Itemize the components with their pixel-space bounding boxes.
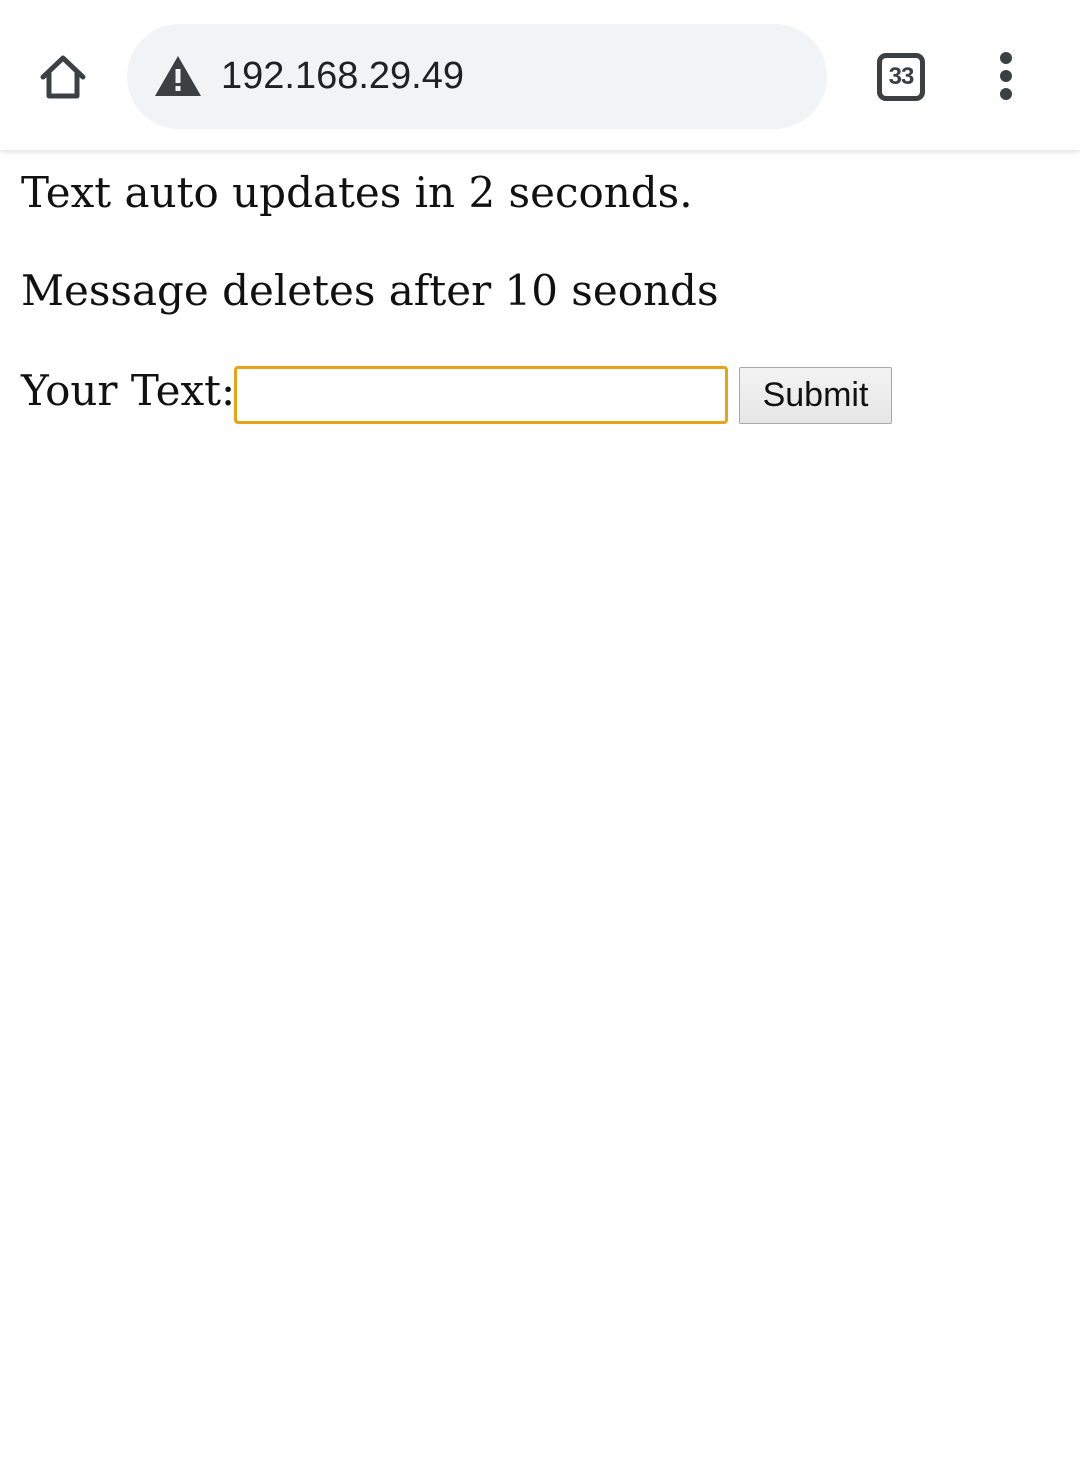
text-form: Your Text: Submit <box>21 364 1061 428</box>
delete-notice-text: Message deletes after 10 seonds <box>21 266 719 315</box>
browser-toolbar: 192.168.29.49 33 <box>0 0 1080 150</box>
your-text-label: Your Text: <box>21 366 236 415</box>
your-text-input[interactable] <box>234 366 728 424</box>
tab-count: 33 <box>888 63 915 90</box>
submit-button[interactable]: Submit <box>739 367 892 424</box>
warning-triangle-icon[interactable] <box>153 54 203 98</box>
home-button[interactable] <box>28 42 98 112</box>
tab-switcher-button[interactable]: 33 <box>877 53 925 101</box>
address-bar[interactable]: 192.168.29.49 <box>127 24 827 129</box>
home-icon <box>40 55 86 99</box>
url-text[interactable]: 192.168.29.49 <box>221 51 464 101</box>
auto-update-text: Text auto updates in 2 seconds. <box>21 168 693 217</box>
more-menu-button[interactable] <box>985 52 1029 102</box>
